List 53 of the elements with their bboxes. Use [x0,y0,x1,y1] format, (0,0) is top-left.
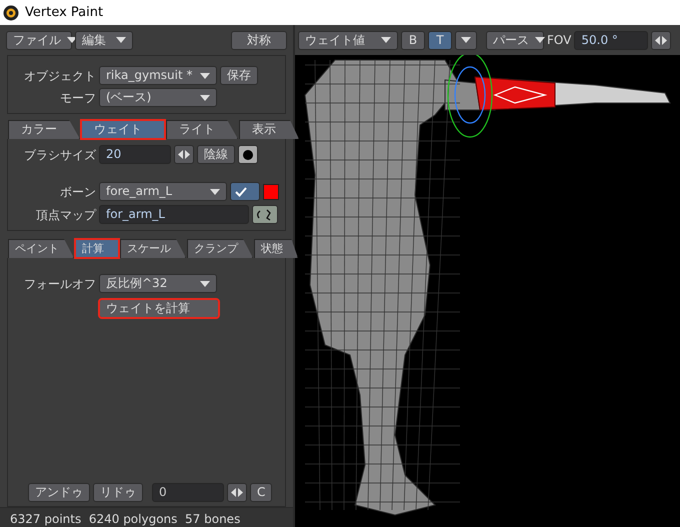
falloff-dropdown[interactable]: 反比例^32 [99,274,217,293]
brush-size-field[interactable]: 20 [99,145,171,164]
brush-shape-button[interactable] [238,145,258,164]
calculate-weight-button[interactable]: ウェイトを計算 [99,299,219,318]
toggle-button[interactable]: T [428,30,452,50]
object-dropdown[interactable]: rika_gymsuit * [99,66,217,85]
menu-dropdown[interactable]: 編集 [75,30,133,50]
bone-color-swatch[interactable] [263,184,279,200]
tab[interactable]: ライト [166,120,238,139]
status-bar: 6327 points 6240 polygons 57 bones [0,507,293,527]
arrows-icon [231,488,243,497]
sub-tab[interactable]: ペイント [8,239,74,258]
stepper-button[interactable] [174,145,194,164]
bone-checkbox[interactable] [230,182,260,201]
sub-tab[interactable]: 計算 [75,239,119,258]
field-label: オブジェクト [23,68,96,84]
morph-dropdown[interactable]: (ベース) [99,88,217,107]
tab[interactable]: カラー [8,120,80,139]
history-field[interactable]: 0 [152,483,224,502]
fov-field[interactable]: 50.0 ° [574,30,648,50]
toggle-button[interactable]: B [401,30,425,50]
tab[interactable]: 表示 [239,120,299,139]
save-button[interactable]: 保存 [220,66,258,85]
redo-button[interactable]: リドゥ [93,483,143,502]
stepper-button[interactable] [651,30,672,50]
field-label: ボーン [59,184,96,200]
vertex-map-field[interactable]: for_arm_L [99,205,249,224]
dot-icon [242,148,254,160]
arrows-icon [655,36,668,44]
field-label: ブラシサイズ [23,146,96,164]
sub-tab[interactable]: スケール [120,239,186,258]
display-mode-dropdown[interactable]: ウェイト値 [298,30,398,50]
app-logo-icon [3,4,19,20]
menu-dropdown[interactable]: ファイル [6,30,72,50]
tab[interactable]: ウェイト [81,120,165,139]
sub-tab[interactable]: クランプ [187,239,253,258]
bone-dropdown[interactable]: fore_arm_L [99,182,227,201]
sub-tab[interactable]: 状態 [254,239,298,258]
dropdown-button[interactable] [455,30,477,50]
field-label: 頂点マップ [35,206,96,224]
symmetry-button[interactable]: 対称 [231,30,287,50]
fov-label: FOV [547,32,572,49]
window-title: Vertex Paint [25,4,104,22]
hidden-line-button[interactable]: 陰線 [197,145,235,164]
field-label: モーフ [59,90,96,106]
clear-button[interactable]: C [250,483,272,502]
check-icon [235,186,247,196]
field-label: フォールオフ [23,276,96,292]
stepper-button[interactable] [227,483,247,502]
pick-button[interactable] [252,205,278,224]
undo-button[interactable]: アンドゥ [28,483,90,502]
arrows-icon [178,150,190,159]
projection-dropdown[interactable]: パース [486,30,544,50]
